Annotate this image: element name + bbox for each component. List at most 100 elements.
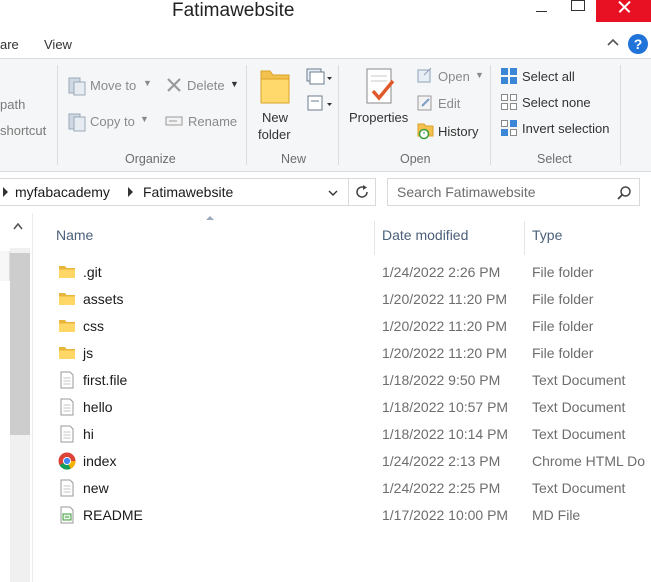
file-name: first.file (83, 372, 128, 388)
file-row[interactable]: hi 1/18/2022 10:14 PM Text Document (34, 421, 651, 448)
column-name[interactable]: Name (56, 227, 93, 243)
organize-group-label: Organize (125, 152, 176, 166)
file-date-modified: 1/18/2022 9:50 PM (382, 372, 501, 388)
file-row[interactable]: js 1/20/2022 11:20 PM File folder (34, 340, 651, 367)
file-name: .git (83, 264, 102, 280)
refresh-button[interactable] (349, 178, 376, 206)
breadcrumb-separator-icon[interactable] (128, 187, 133, 197)
tab-share[interactable]: are (0, 37, 19, 52)
open-group-label: Open (400, 152, 431, 166)
document-icon (58, 371, 76, 389)
address-dropdown-icon[interactable] (328, 189, 338, 200)
ribbon-separator (57, 65, 58, 165)
document-icon (58, 398, 76, 416)
file-name: new (83, 480, 109, 496)
file-name: js (83, 345, 94, 361)
tab-view[interactable]: View (44, 37, 72, 52)
file-row[interactable]: README 1/17/2022 10:00 PM MD File (34, 502, 651, 529)
column-date-modified[interactable]: Date modified (382, 227, 468, 243)
ribbon-separator (620, 65, 621, 165)
nav-pane-item[interactable] (0, 251, 10, 281)
new-group-label: New (281, 152, 307, 166)
search-icon[interactable] (616, 185, 632, 201)
breadcrumb-myfabacademy[interactable]: myfabacademy (15, 184, 110, 200)
select-all-icon (501, 68, 517, 84)
file-row[interactable]: assets 1/20/2022 11:20 PM File folder (34, 286, 651, 313)
ribbon-separator (338, 65, 339, 165)
breadcrumb-fatimawebsite[interactable]: Fatimawebsite (143, 184, 233, 200)
folder-icon (58, 290, 76, 308)
file-row[interactable]: hello 1/18/2022 10:57 PM Text Document (34, 394, 651, 421)
easy-access-icon (307, 95, 332, 111)
chrome-icon (58, 452, 76, 470)
rename-icon (165, 116, 183, 126)
file-row[interactable]: new 1/24/2022 2:25 PM Text Document (34, 475, 651, 502)
file-date-modified: 1/18/2022 10:57 PM (382, 399, 509, 415)
file-type: Text Document (532, 480, 626, 496)
copy-path-button[interactable]: path (0, 97, 25, 112)
file-date-modified: 1/24/2022 2:13 PM (382, 453, 501, 469)
ribbon-separator (490, 65, 491, 165)
file-name: css (83, 318, 104, 334)
file-date-modified: 1/18/2022 10:14 PM (382, 426, 509, 442)
folder-icon (260, 70, 290, 104)
file-name: index (83, 453, 117, 469)
file-type: Text Document (532, 372, 626, 388)
title-bar: Fatimawebsite (0, 0, 651, 28)
breadcrumb-separator-icon (3, 187, 8, 197)
document-icon (58, 425, 76, 443)
file-type: Chrome HTML Do (532, 453, 646, 469)
refresh-icon (356, 185, 368, 198)
file-name: assets (83, 291, 124, 307)
help-icon[interactable]: ? (628, 34, 648, 54)
select-none-icon (501, 94, 517, 110)
file-date-modified: 1/20/2022 11:20 PM (382, 291, 508, 307)
column-divider[interactable] (374, 221, 375, 255)
document-icon (58, 479, 76, 497)
collapse-ribbon-icon[interactable] (606, 34, 620, 50)
search-input[interactable]: Search Fatimawebsite (387, 178, 640, 206)
properties-icon (366, 68, 395, 104)
file-row[interactable]: first.file 1/18/2022 9:50 PM Text Document (34, 367, 651, 394)
address-bar[interactable]: myfabacademy Fatimawebsite (0, 178, 349, 206)
sort-indicator-icon (206, 216, 214, 220)
file-date-modified: 1/20/2022 11:20 PM (382, 345, 508, 361)
ribbon: path shortcut Move to ▼ Copy to ▼ Delete… (0, 58, 651, 172)
window-title: Fatimawebsite (172, 0, 295, 21)
address-row: myfabacademy Fatimawebsite Search Fatima… (0, 172, 651, 213)
chevron-down-icon: ▼ (475, 70, 484, 80)
file-type: File folder (532, 264, 594, 280)
edit-icon (417, 95, 432, 111)
folder-icon (58, 344, 76, 362)
file-type: File folder (532, 291, 594, 307)
ribbon-separator (246, 65, 247, 165)
file-row[interactable]: index 1/24/2022 2:13 PM Chrome HTML Do (34, 448, 651, 475)
file-date-modified: 1/24/2022 2:25 PM (382, 480, 501, 496)
ribbon-tabs: are View ? (0, 28, 651, 58)
file-type: Text Document (532, 399, 626, 415)
chevron-down-icon: ▼ (140, 114, 149, 124)
paste-shortcut-button[interactable]: shortcut (0, 123, 46, 138)
new-item-icon (306, 68, 332, 85)
file-date-modified: 1/20/2022 11:20 PM (382, 318, 508, 334)
file-row[interactable]: css 1/20/2022 11:20 PM File folder (34, 313, 651, 340)
history-icon (417, 123, 434, 140)
scroll-up-icon[interactable] (12, 219, 24, 234)
folder-icon (58, 317, 76, 335)
file-type: File folder (532, 345, 594, 361)
column-divider[interactable] (524, 221, 525, 255)
scrollbar-thumb[interactable] (10, 253, 30, 435)
navigation-pane (0, 213, 33, 582)
file-name: hi (83, 426, 94, 442)
folder-icon (58, 263, 76, 281)
file-type: MD File (532, 507, 581, 523)
column-type[interactable]: Type (532, 227, 562, 243)
md-document-icon (58, 506, 76, 524)
open-icon (417, 67, 432, 83)
invert-selection-icon (501, 120, 517, 136)
select-group-label: Select (537, 152, 572, 166)
column-header: Name Date modified Type (34, 213, 651, 255)
close-button[interactable] (596, 0, 651, 22)
file-row[interactable]: .git 1/24/2022 2:26 PM File folder (34, 259, 651, 286)
file-name: README (83, 507, 143, 523)
